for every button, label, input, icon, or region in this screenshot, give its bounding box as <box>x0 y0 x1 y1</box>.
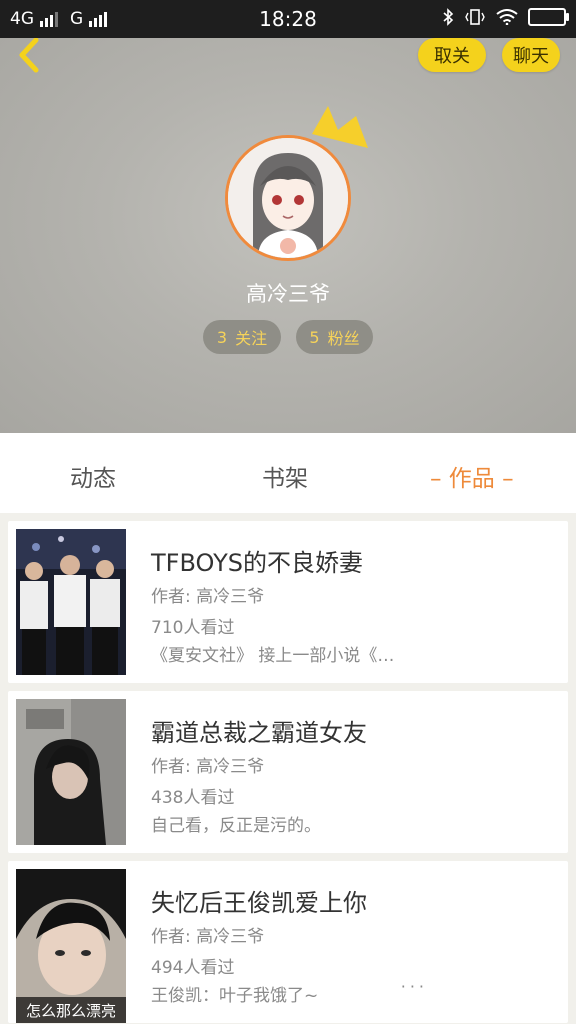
wifi-icon <box>496 9 518 25</box>
cover-caption: 怎么那么漂亮 <box>25 1002 116 1020</box>
book-description: 王俊凯：叶子我饿了~ <box>151 986 319 1006</box>
book-views: 710人看过 <box>151 618 235 638</box>
avatar[interactable] <box>225 135 351 261</box>
book-views: 494人看过 <box>151 958 235 978</box>
book-author: 作者: 高冷三爷 <box>151 927 265 947</box>
back-arrow-icon[interactable] <box>14 38 46 74</box>
bluetooth-icon <box>443 8 454 26</box>
username: 高冷三爷 <box>246 282 330 306</box>
vibrate-icon <box>465 9 485 25</box>
tab-bookshelf[interactable]: 书架 <box>262 459 308 493</box>
following-count: 3 <box>216 327 228 347</box>
more-options-icon[interactable]: ··· <box>401 977 428 996</box>
chat-button[interactable]: 聊天 <box>502 38 560 72</box>
book-cover <box>16 529 126 675</box>
book-description: 《夏安文社》 接上一部小说《… <box>151 646 395 666</box>
following-count-badge[interactable]: 3 关注 <box>203 320 281 354</box>
profile-header: 取关 聊天 高冷三爷 3 关注 5 粉丝 <box>0 38 576 433</box>
list-item[interactable]: 霸道总裁之霸道女友 作者: 高冷三爷 438人看过 自己看，反正是污的。 <box>8 691 568 853</box>
fans-count-badge[interactable]: 5 粉丝 <box>296 320 373 354</box>
book-author: 作者: 高冷三爷 <box>151 587 265 607</box>
book-description: 自己看，反正是污的。 <box>151 816 321 836</box>
avatar-illustration <box>228 138 348 258</box>
profile-tabs: 动态 书架 – 作品 – <box>0 433 576 513</box>
following-label: 关注 <box>235 329 268 348</box>
status-icons <box>442 8 569 26</box>
list-item[interactable]: 怎么那么漂亮 失忆后王俊凯爱上你 作者: 高冷三爷 494人看过 王俊凯：叶子我… <box>8 861 568 1023</box>
fans-label: 粉丝 <box>327 329 360 348</box>
list-item[interactable]: TFBOYS的不良娇妻 作者: 高冷三爷 710人看过 《夏安文社》 接上一部小… <box>8 521 568 683</box>
book-author: 作者: 高冷三爷 <box>151 757 265 777</box>
battery-icon <box>528 8 569 26</box>
status-bar: 4G G 18:28 <box>0 0 576 38</box>
book-cover: 怎么那么漂亮 <box>16 869 126 1023</box>
book-title: 失忆后王俊凯爱上你 <box>151 889 367 917</box>
book-title: TFBOYS的不良娇妻 <box>151 549 363 577</box>
book-views: 438人看过 <box>151 788 235 808</box>
tab-works[interactable]: – 作品 – <box>430 459 514 493</box>
fans-count: 5 <box>309 327 320 347</box>
book-title: 霸道总裁之霸道女友 <box>151 719 367 747</box>
unfollow-button[interactable]: 取关 <box>418 38 486 72</box>
book-cover <box>16 699 126 845</box>
tab-activity[interactable]: 动态 <box>70 459 116 493</box>
